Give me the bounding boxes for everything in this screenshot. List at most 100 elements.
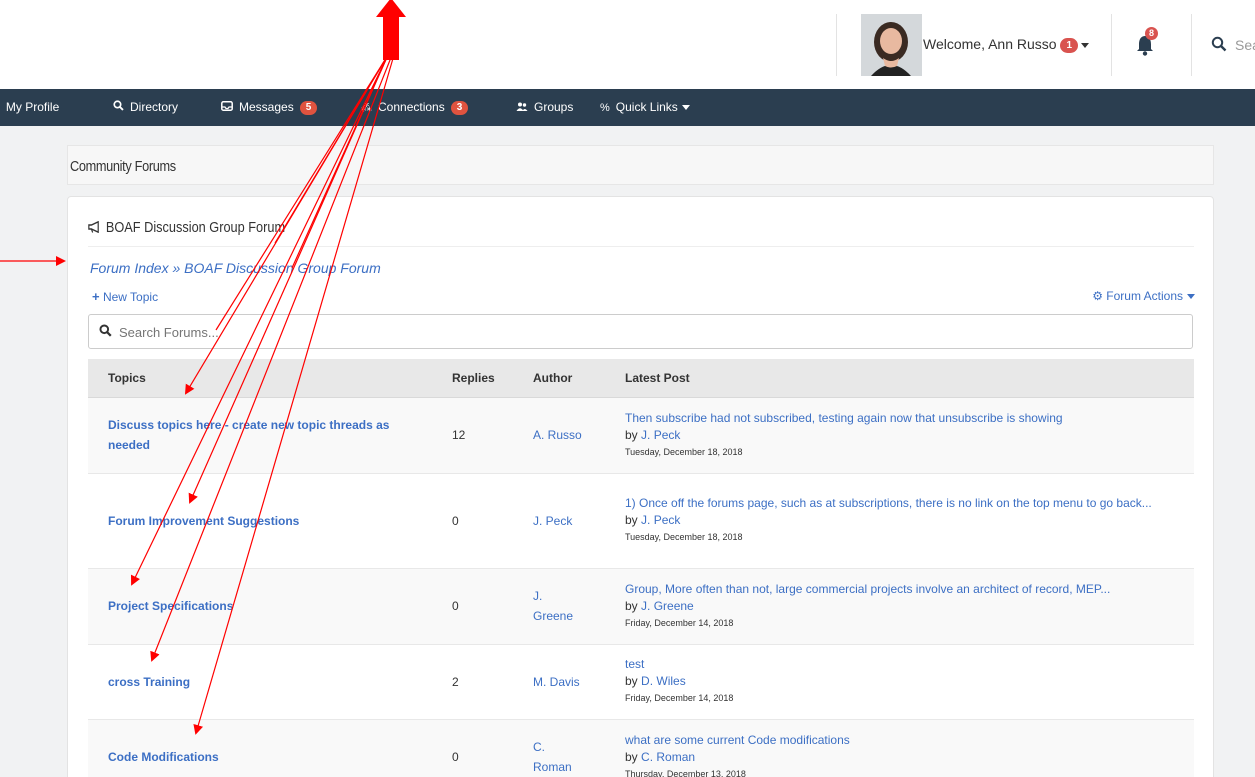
author-link[interactable]: C. Roman	[533, 740, 572, 774]
forum-search	[88, 314, 1193, 349]
search-icon	[113, 90, 124, 127]
breadcrumb-forum-index[interactable]: Forum Index	[90, 260, 169, 276]
connections-badge: 3	[450, 100, 469, 115]
search-forums-input[interactable]	[119, 322, 1119, 342]
connections-icon: ⁂	[361, 102, 372, 114]
latest-post-date: Friday, December 14, 2018	[625, 617, 734, 628]
welcome-badge: 1	[1060, 37, 1079, 53]
megaphone-icon	[88, 219, 106, 236]
nav-messages[interactable]: Messages 5	[221, 89, 318, 127]
topic-link[interactable]: Forum Improvement Suggestions	[108, 511, 432, 531]
by-prefix: by	[625, 674, 638, 688]
latest-post-date: Tuesday, December 18, 2018	[625, 446, 743, 457]
user-area: Welcome, Ann Russo 1 8 Sear	[836, 14, 1255, 76]
nav-directory[interactable]: Directory	[113, 89, 178, 126]
link-icon: %	[600, 102, 610, 114]
search-icon[interactable]	[1211, 36, 1227, 55]
divider	[1111, 14, 1112, 76]
latest-post-date: Thursday, December 13, 2018	[625, 768, 746, 777]
forum-title: BOAF Discussion Group Forum	[88, 219, 285, 236]
author-link[interactable]: J. Peck	[533, 514, 572, 528]
latest-post-by: by J. Peck	[625, 512, 1184, 529]
chevron-down-icon	[1187, 294, 1195, 300]
notification-badge: 8	[1145, 27, 1159, 40]
reply-count: 0	[452, 513, 459, 528]
latest-post-author[interactable]: C. Roman	[641, 750, 695, 764]
nav-label: Messages	[239, 100, 294, 114]
new-topic-label: New Topic	[102, 290, 159, 304]
breadcrumb: Forum Index » BOAF Discussion Group Foru…	[90, 260, 381, 276]
col-author[interactable]: Author	[523, 359, 615, 398]
gear-icon: ⚙	[1092, 289, 1103, 303]
nav-label: Groups	[534, 100, 574, 114]
reply-count: 2	[452, 674, 459, 689]
latest-post-author[interactable]: J. Peck	[641, 428, 680, 442]
search-icon	[99, 324, 112, 340]
forum-title-text: BOAF Discussion Group Forum	[105, 219, 286, 236]
latest-post-author[interactable]: J. Peck	[641, 513, 680, 527]
latest-post-author[interactable]: J. Greene	[641, 599, 694, 613]
topic-link[interactable]: Discuss topics here - create new topic t…	[108, 415, 412, 455]
nav-label: Directory	[130, 100, 179, 114]
by-prefix: by	[625, 598, 638, 613]
topics-table: Topics Replies Author Latest Post Discus…	[88, 359, 1194, 777]
page-title-panel: Community Forums	[67, 145, 1214, 185]
author-link[interactable]: A. Russo	[533, 428, 582, 442]
divider	[88, 246, 1194, 247]
reply-count: 0	[452, 750, 459, 764]
nav-label: Quick Links	[615, 100, 678, 114]
nav-quick-links[interactable]: % Quick Links	[600, 89, 690, 126]
reply-count: 0	[452, 599, 459, 613]
by-prefix: by	[625, 427, 638, 442]
page-title: Community Forums	[70, 158, 176, 175]
latest-post-by: by D. Wiles	[625, 673, 1184, 690]
topic-link[interactable]: Code Modifications	[108, 747, 432, 767]
latest-post-link[interactable]: test	[625, 656, 1184, 673]
nav-label: My Profile	[5, 100, 60, 114]
col-replies[interactable]: Replies	[442, 359, 523, 398]
messages-badge: 5	[299, 100, 318, 115]
table-row: Code Modifications 0 C. Roman what are s…	[88, 719, 1194, 777]
breadcrumb-current[interactable]: BOAF Discussion Group Forum	[184, 260, 381, 276]
latest-post-link[interactable]: Group, More often than not, large commer…	[625, 581, 1184, 598]
inbox-icon	[221, 90, 233, 127]
nav-connections[interactable]: ⁂ Connections 3	[361, 89, 469, 126]
new-topic-button[interactable]: + New Topic	[92, 289, 158, 304]
top-bar: Welcome, Ann Russo 1 8 Sear	[0, 0, 1255, 89]
chevron-down-icon	[681, 105, 690, 111]
nav-groups[interactable]: Groups	[516, 89, 573, 126]
latest-post-by: by J. Greene	[625, 598, 1184, 615]
table-row: cross Training 2 M. Davis test by D. Wil…	[88, 644, 1194, 720]
latest-post-author[interactable]: D. Wiles	[641, 674, 686, 688]
forum-actions-label: Forum Actions	[1106, 289, 1183, 303]
plus-icon: +	[92, 289, 100, 304]
latest-post-date: Friday, December 14, 2018	[625, 693, 734, 703]
col-topics[interactable]: Topics	[88, 359, 442, 398]
chevron-down-icon	[1081, 42, 1090, 48]
forum-panel: BOAF Discussion Group Forum Forum Index …	[67, 196, 1214, 777]
breadcrumb-separator: »	[172, 260, 181, 276]
welcome-text: Welcome, Ann Russo	[923, 36, 1057, 52]
table-row: Project Specifications 0 J. Greene Group…	[88, 568, 1194, 645]
latest-post-by: by C. Roman	[625, 749, 1184, 766]
latest-post-date: Tuesday, December 18, 2018	[625, 532, 743, 542]
nav-label: Connections	[378, 100, 445, 114]
table-row: Forum Improvement Suggestions 0 J. Peck …	[88, 473, 1194, 569]
author-link[interactable]: J. Greene	[533, 589, 573, 623]
avatar[interactable]	[861, 14, 922, 76]
forum-actions-menu[interactable]: ⚙ Forum Actions	[1092, 289, 1195, 303]
nav-my-profile[interactable]: ▪My Profile	[0, 89, 59, 126]
welcome-menu[interactable]: Welcome, Ann Russo 1	[923, 36, 1090, 53]
group-icon	[516, 90, 528, 127]
top-search-input[interactable]: Sear	[1235, 37, 1255, 53]
topic-link[interactable]: Project Specifications	[108, 596, 432, 616]
latest-post-link[interactable]: 1) Once off the forums page, such as at …	[625, 495, 1184, 512]
latest-post-link[interactable]: Then subscribe had not subscribed, testi…	[625, 410, 1184, 427]
main-navbar: ▪My Profile Directory Messages 5 ⁂ Connect…	[0, 89, 1255, 126]
col-latest-post[interactable]: Latest Post	[615, 359, 1194, 398]
author-link[interactable]: M. Davis	[533, 675, 580, 689]
reply-count: 12	[452, 428, 466, 442]
by-prefix: by	[625, 749, 638, 764]
latest-post-link[interactable]: what are some current Code modifications	[625, 732, 1184, 749]
topic-link[interactable]: cross Training	[108, 672, 432, 692]
